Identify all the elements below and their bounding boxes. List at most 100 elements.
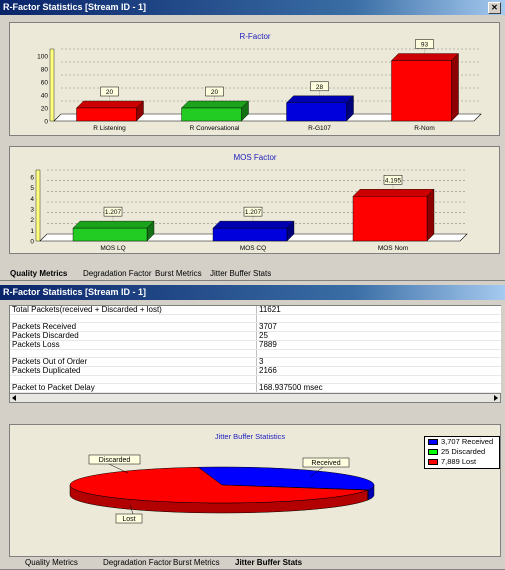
bar-top [72, 220, 155, 229]
data-label: 28 [316, 84, 324, 91]
tab-jitter-buffer-stats[interactable]: Jitter Buffer Stats [210, 267, 271, 280]
legend-swatch [428, 459, 438, 465]
tab-degradation-factor[interactable]: Degradation Factor [103, 556, 171, 569]
tab-divider [0, 280, 505, 281]
stat-value [256, 349, 502, 359]
bar [181, 107, 242, 122]
window-title-bar: R-Factor Statistics [Stream ID - 1] ✕ [0, 0, 505, 15]
stats-grid: Total Packets(received + Discarded + los… [10, 306, 502, 394]
data-label: 20 [211, 89, 219, 96]
scroll-left-icon[interactable] [12, 395, 16, 401]
y-tick-label: 60 [41, 80, 49, 87]
table-row[interactable]: Packets Received 3707 [10, 322, 502, 333]
y-tick-label: 5 [30, 185, 34, 192]
slice-label-received: Received [311, 460, 340, 467]
table-row[interactable]: Packets Discarded 25 [10, 331, 502, 341]
mos-chart: MOS Factor 6 5 4 3 2 1 0 1.207 MOS LQ 1.207 MOS CQ 4… [30, 153, 468, 252]
y-tick-label: 40 [41, 93, 49, 100]
tab-burst-metrics[interactable]: Burst Metrics [155, 267, 202, 280]
category-label: MOS LQ [100, 245, 125, 252]
tab-burst-metrics[interactable]: Burst Metrics [173, 556, 220, 569]
stat-value: 11621 [256, 306, 502, 315]
chart-title: Jitter Buffer Statistics [215, 432, 286, 441]
slice-label-lost: Lost [122, 516, 135, 523]
y-tick-label: 3 [30, 207, 34, 214]
table-row[interactable] [10, 314, 502, 324]
bar [286, 102, 347, 122]
tab-strip-top: Quality Metrics Degradation Factor Burst… [0, 267, 505, 281]
bar-top [181, 100, 249, 109]
y-tick-label: 20 [41, 106, 49, 113]
stat-value: 7889 [256, 340, 502, 350]
category-label: MOS CQ [240, 245, 266, 252]
tab-jitter-buffer-stats[interactable]: Jitter Buffer Stats [235, 556, 302, 569]
chart-title: R-Factor [239, 32, 270, 41]
y-tick-label: 6 [30, 175, 34, 182]
y-tick-label: 80 [41, 67, 49, 74]
y-tick-label: 0 [44, 119, 48, 126]
slice-label-discarded: Discarded [99, 457, 131, 464]
legend-label: 3,707 Received [441, 437, 494, 446]
category-label: R Conversational [190, 125, 240, 132]
legend-label: 25 Discarded [441, 447, 486, 456]
y-tick-label: 1 [30, 228, 34, 235]
bar-top [212, 220, 295, 229]
window2-title: R-Factor Statistics [Stream ID - 1] [3, 287, 147, 297]
tab-quality-metrics[interactable]: Quality Metrics [10, 267, 67, 280]
bar-top [391, 53, 459, 61]
bar-side [451, 53, 459, 122]
chart-title: MOS Factor [233, 153, 276, 162]
legend-swatch [428, 449, 438, 455]
data-label: 93 [421, 42, 429, 49]
table-row[interactable]: Packets Loss 7889 [10, 340, 502, 350]
tab-degradation-factor[interactable]: Degradation Factor [83, 267, 151, 280]
window-title: R-Factor Statistics [Stream ID - 1] [3, 2, 147, 12]
close-icon[interactable]: ✕ [488, 2, 501, 14]
table-row[interactable]: Packets Duplicated 2166 [10, 366, 502, 376]
bar [76, 107, 137, 122]
y-axis-wall [35, 169, 41, 242]
scroll-right-icon[interactable] [494, 395, 498, 401]
category-label: R-G107 [308, 125, 331, 132]
category-label: R Listening [93, 125, 126, 132]
data-label: 4.195 [385, 177, 402, 184]
data-label: 20 [106, 89, 114, 96]
bar [212, 227, 288, 242]
table-row[interactable]: Packets Out of Order 3 [10, 357, 502, 367]
data-label: 1.207 [105, 209, 122, 216]
legend-item-lost: 7,889 Lost [425, 457, 499, 467]
bar [391, 60, 452, 122]
table-row[interactable]: Total Packets(received + Discarded + los… [10, 306, 502, 315]
stat-value: 25 [256, 331, 502, 341]
y-axis-wall [49, 48, 55, 122]
y-tick-label: 100 [37, 54, 48, 61]
bar [72, 227, 148, 242]
legend-item-discarded: 25 Discarded [425, 447, 499, 457]
stat-name: Total Packets(received + Discarded + los… [10, 306, 257, 315]
y-tick-label: 0 [30, 239, 34, 246]
stat-name: Packets Discarded [10, 331, 257, 341]
category-label: R-Nom [414, 125, 435, 132]
stat-value: 3707 [256, 322, 502, 333]
bar-side [426, 188, 435, 242]
rfactor-chart-panel: R-Factor 100 80 60 40 20 0 20 R Listening 20 R Con… [9, 22, 500, 136]
pie-legend: 3,707 Received 25 Discarded 7,889 Lost [424, 436, 500, 469]
bar-top [286, 95, 354, 104]
stat-value [256, 314, 502, 324]
stat-value: 2166 [256, 366, 502, 376]
data-label: 1.207 [245, 209, 262, 216]
mos-chart-panel: MOS Factor 6 5 4 3 2 1 0 1.207 MOS LQ 1.207 MOS CQ 4… [9, 146, 500, 254]
vertical-scrollbar[interactable] [501, 305, 505, 403]
legend-swatch [428, 439, 438, 445]
stats-table: Total Packets(received + Discarded + los… [9, 305, 503, 395]
horizontal-scrollbar[interactable] [9, 393, 501, 403]
bar-top [76, 100, 144, 109]
y-tick-label: 4 [30, 196, 34, 203]
bar-top [352, 189, 435, 197]
legend-item-received: 3,707 Received [425, 437, 499, 447]
stat-name: Packets Loss [10, 340, 257, 350]
stat-value: 3 [256, 357, 502, 367]
legend-label: 7,889 Lost [441, 457, 477, 466]
y-tick-label: 2 [30, 217, 34, 224]
tab-quality-metrics[interactable]: Quality Metrics [25, 556, 78, 569]
